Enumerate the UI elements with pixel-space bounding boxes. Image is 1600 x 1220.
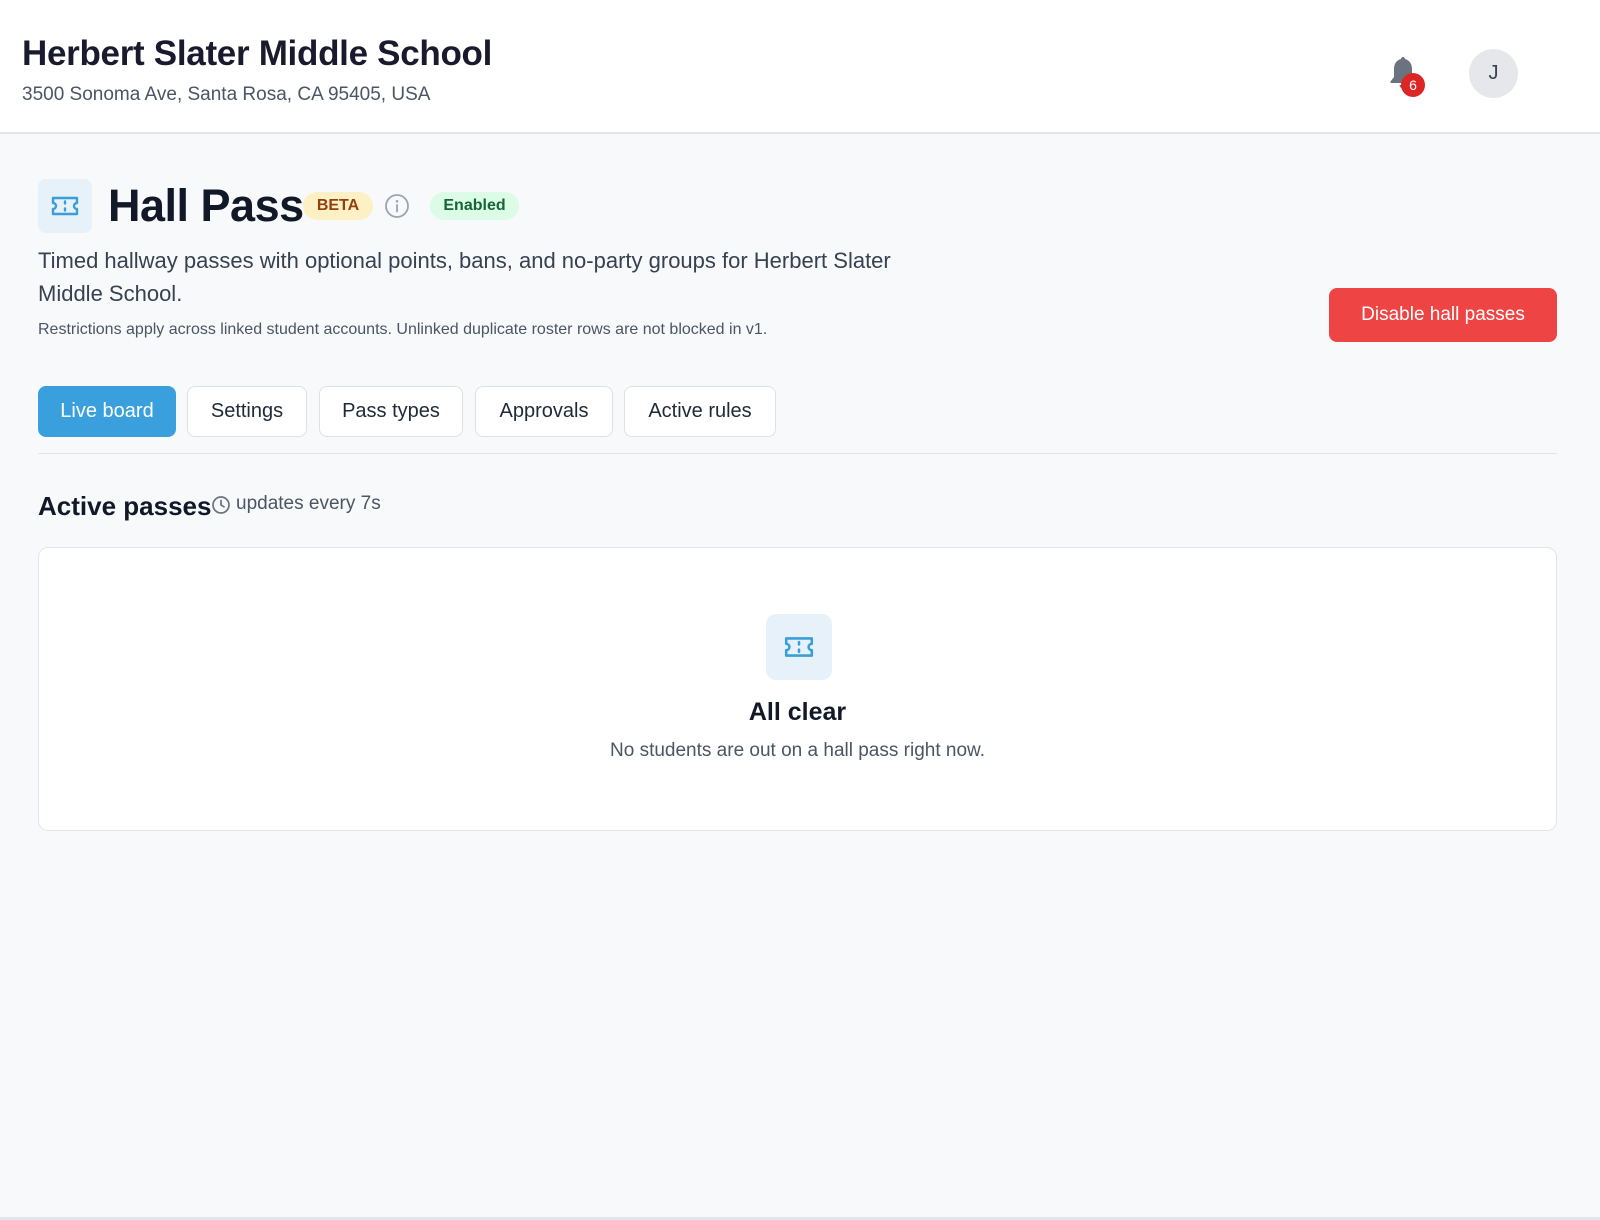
notification-count-badge: 6 (1401, 73, 1425, 97)
feature-description: Timed hallway passes with optional point… (38, 248, 891, 306)
disable-hall-passes-button[interactable]: Disable hall passes (1329, 288, 1557, 342)
empty-state-message: No students are out on a hall pass right… (610, 740, 985, 761)
active-passes-title: Active passes (38, 491, 212, 521)
user-avatar[interactable]: J (1469, 49, 1518, 98)
status-badge: Enabled (430, 192, 519, 220)
tab-pass-types[interactable]: Pass types (319, 386, 463, 437)
active-passes-empty-state: All clear No students are out on a hall … (38, 547, 1557, 831)
update-interval-note: updates every 7s (236, 493, 381, 514)
page-title: Hall Pass (108, 180, 304, 231)
tab-settings[interactable]: Settings (187, 386, 307, 437)
empty-state-title: All clear (748, 698, 847, 726)
ticket-icon (784, 637, 814, 657)
beta-badge: BETA (303, 192, 373, 220)
ticket-icon (51, 196, 79, 216)
tab-live-board[interactable]: Live board (38, 386, 176, 437)
restriction-note: Restrictions apply across linked student… (38, 321, 768, 338)
tab-divider (38, 453, 1557, 454)
tab-approvals[interactable]: Approvals (475, 386, 613, 437)
hall-pass-feature-icon (38, 179, 92, 233)
school-address: 3500 Sonoma Ave, Santa Rosa, CA 95405, U… (22, 84, 431, 105)
clock-icon (211, 495, 231, 515)
school-name: Herbert Slater Middle School (22, 34, 493, 73)
info-icon[interactable] (384, 193, 410, 219)
tab-active-rules[interactable]: Active rules (624, 386, 776, 437)
top-bar: Herbert Slater Middle School 3500 Sonoma… (0, 0, 1600, 134)
empty-state-icon (766, 614, 832, 680)
